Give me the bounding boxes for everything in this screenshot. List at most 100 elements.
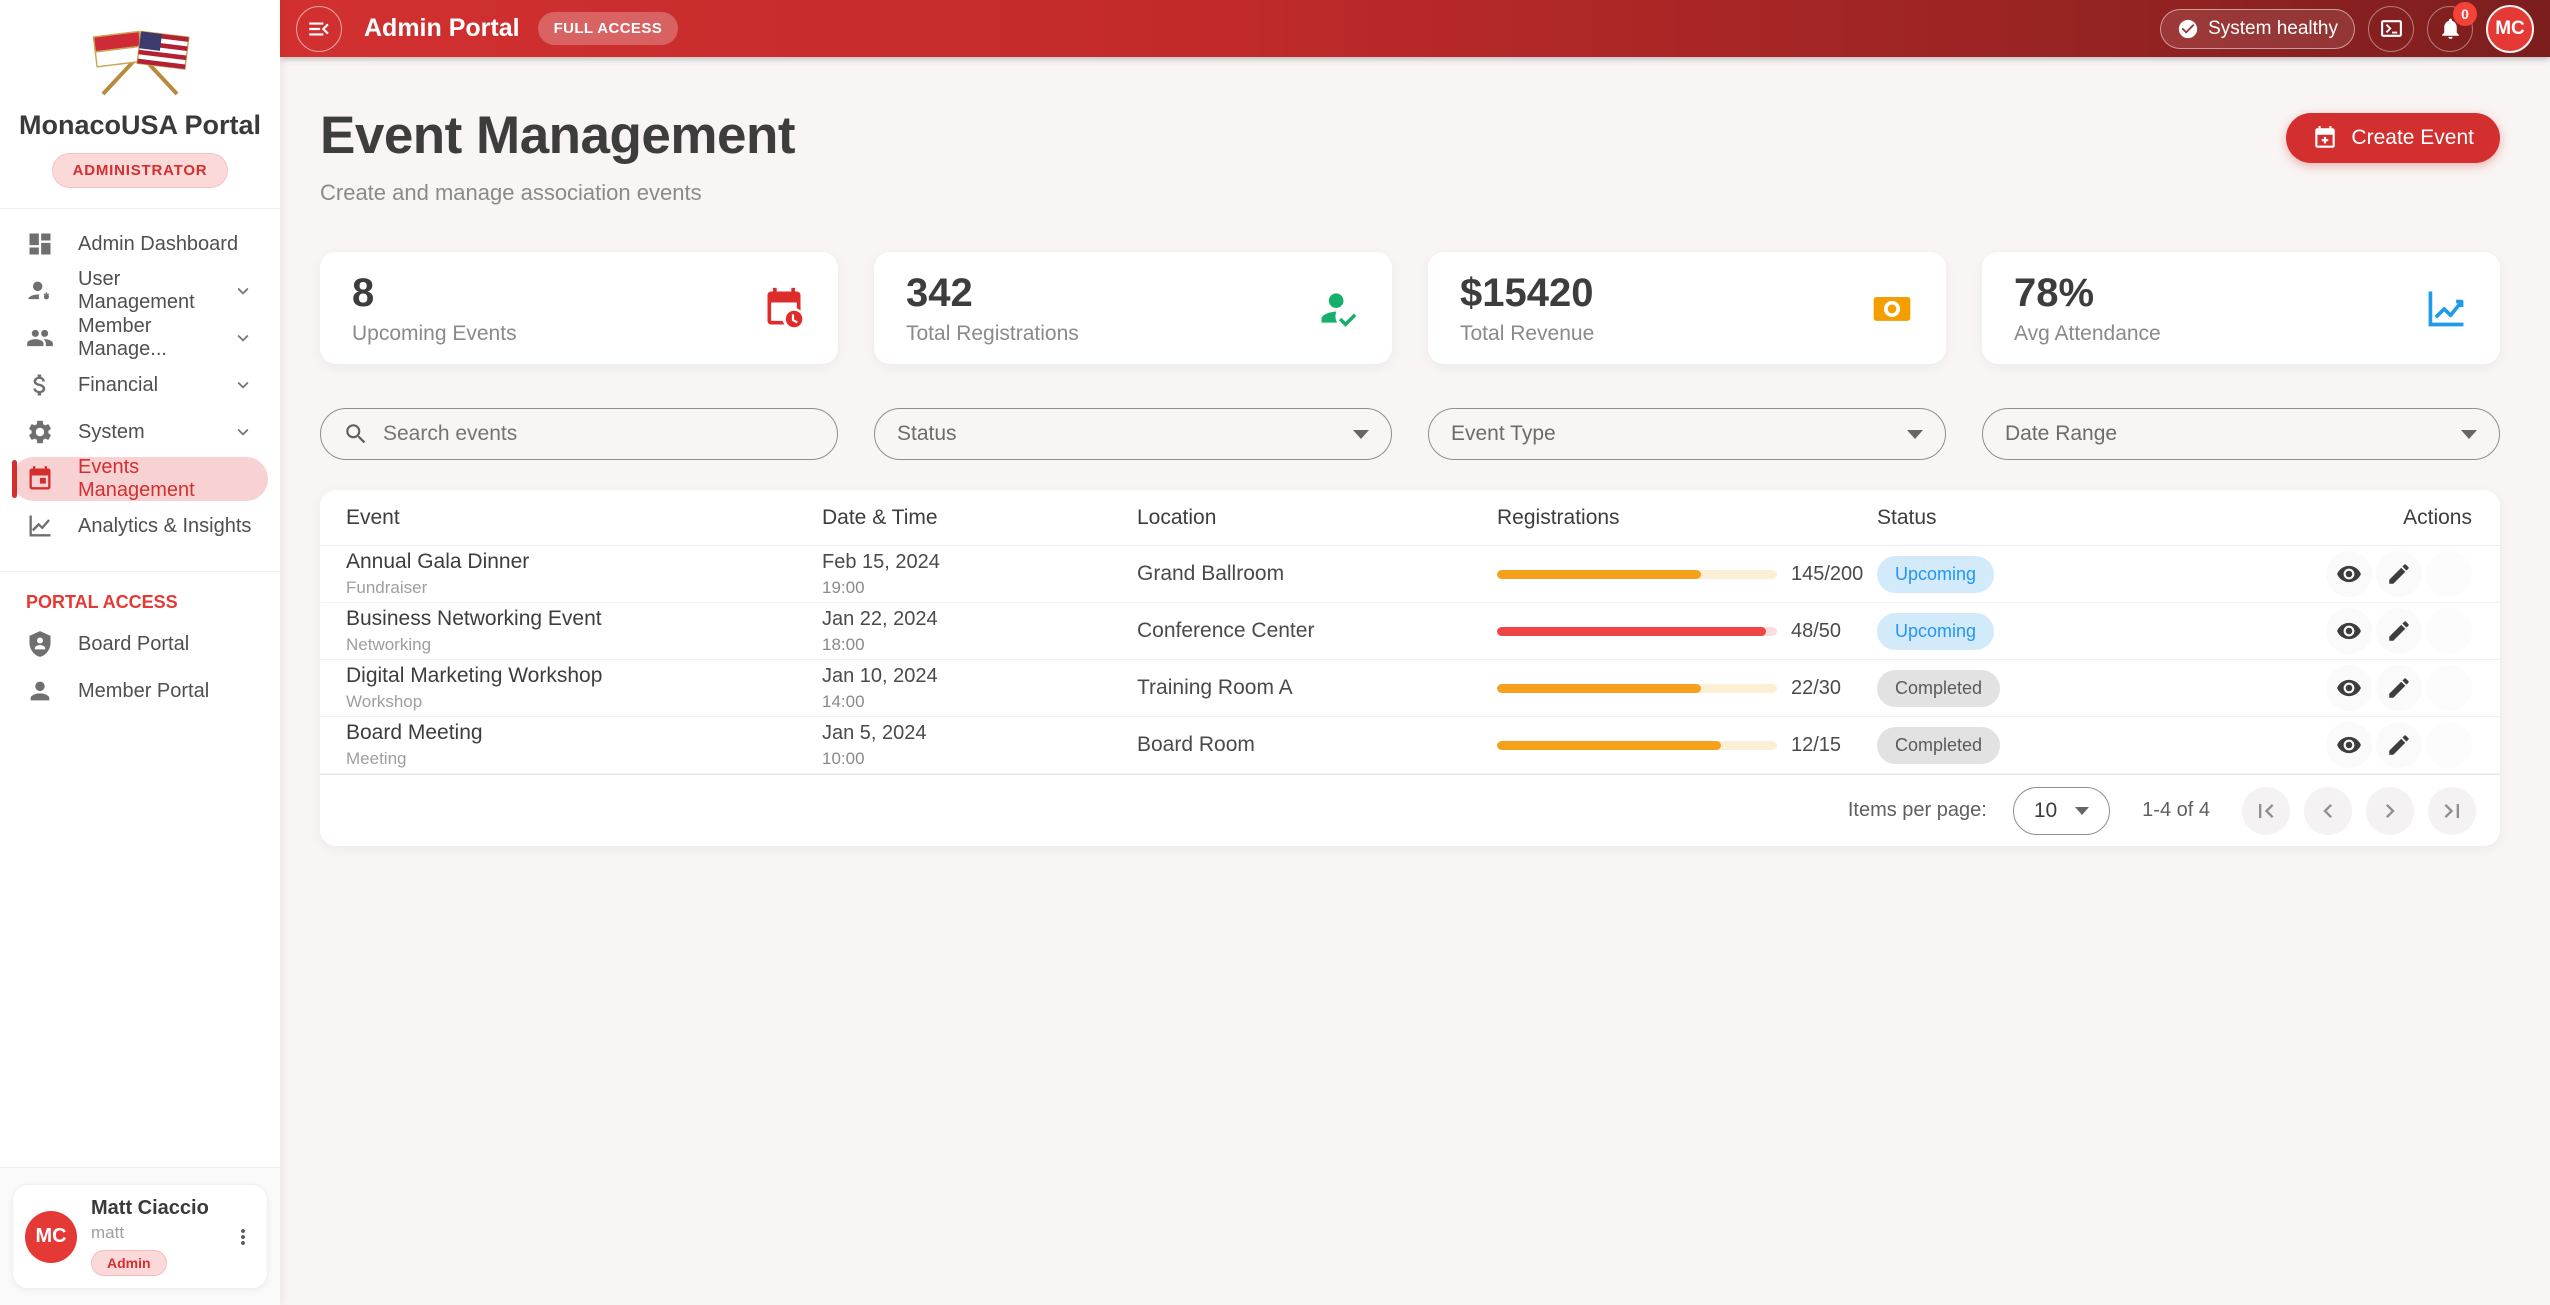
stat-label: Total Registrations: [906, 322, 1079, 346]
sidebar-item-member-management[interactable]: Member Manage...: [12, 316, 268, 360]
line-chart-icon: [2424, 286, 2468, 330]
top-bar: Admin Portal FULL ACCESS System healthy …: [280, 0, 2550, 57]
sidebar-item-board-portal[interactable]: Board Portal: [12, 622, 268, 666]
items-per-page-select[interactable]: 10: [2013, 787, 2110, 835]
search-field[interactable]: [320, 408, 838, 460]
status-badge: Completed: [1877, 670, 2000, 707]
view-event-button[interactable]: [2326, 722, 2372, 768]
shield-person-icon: [26, 630, 54, 658]
stat-value: 342: [906, 271, 1079, 316]
first-page-button[interactable]: [2242, 787, 2290, 835]
portal-access-label: PORTAL ACCESS: [0, 572, 280, 619]
sidebar-item-admin-dashboard[interactable]: Admin Dashboard: [12, 222, 268, 266]
registration-count: 12/15: [1791, 734, 1841, 757]
sidebar-item-label: Member Manage...: [78, 315, 232, 361]
page-subtitle: Create and manage association events: [320, 180, 2500, 206]
sidebar-item-events-management[interactable]: Events Management: [12, 457, 268, 501]
calendar-plus-icon: [2312, 125, 2338, 151]
edit-event-button[interactable]: [2376, 665, 2422, 711]
stats-row: 8 Upcoming Events 342 Total Registration…: [320, 252, 2500, 364]
last-page-button[interactable]: [2428, 787, 2476, 835]
notifications-button[interactable]: 0: [2427, 6, 2473, 52]
dollar-icon: [26, 371, 54, 399]
user-card[interactable]: MC Matt Ciaccio matt Admin: [12, 1184, 268, 1289]
chevron-right-icon: [2376, 797, 2404, 825]
sidebar-nav: Admin Dashboard User Management Member M…: [0, 209, 280, 551]
calendar-clock-icon: [762, 286, 806, 330]
dashboard-icon: [26, 230, 54, 258]
event-category: Workshop: [346, 692, 822, 712]
edit-event-button[interactable]: [2376, 722, 2422, 768]
event-location: Board Room: [1137, 733, 1497, 757]
dropdown-arrow-icon: [2461, 430, 2477, 439]
event-category: Meeting: [346, 749, 822, 769]
logo-area: MonacoUSA Portal ADMINISTRATOR: [0, 0, 280, 188]
more-actions-button[interactable]: [2426, 608, 2472, 654]
column-header-actions: Actions: [2192, 506, 2472, 530]
pagination-range-label: 1-4 of 4: [2142, 799, 2210, 822]
view-event-button[interactable]: [2326, 608, 2372, 654]
status-filter-dropdown[interactable]: Status: [874, 408, 1392, 460]
user-panel: MC Matt Ciaccio matt Admin: [0, 1167, 280, 1305]
dropdown-arrow-icon: [1907, 430, 1923, 439]
sidebar-item-label: System: [78, 421, 145, 444]
more-actions-button[interactable]: [2426, 722, 2472, 768]
eye-icon: [2336, 675, 2362, 701]
event-type-filter-dropdown[interactable]: Event Type: [1428, 408, 1946, 460]
create-event-button[interactable]: Create Event: [2286, 113, 2500, 163]
stat-card-upcoming-events: 8 Upcoming Events: [320, 252, 838, 364]
registration-count: 22/30: [1791, 677, 1841, 700]
sidebar-item-label: User Management: [78, 268, 232, 314]
last-page-icon: [2438, 797, 2466, 825]
person-check-icon: [1316, 286, 1360, 330]
event-location: Training Room A: [1137, 676, 1497, 700]
next-page-button[interactable]: [2366, 787, 2414, 835]
previous-page-button[interactable]: [2304, 787, 2352, 835]
terminal-button[interactable]: [2368, 6, 2414, 52]
event-date: Jan 10, 2024: [822, 665, 1137, 688]
first-page-icon: [2252, 797, 2280, 825]
filters-row: Status Event Type Date Range: [320, 408, 2500, 460]
sidebar-item-system[interactable]: System: [12, 410, 268, 454]
full-access-badge: FULL ACCESS: [538, 12, 679, 45]
calendar-icon: [26, 465, 54, 493]
view-event-button[interactable]: [2326, 551, 2372, 597]
user-name: Matt Ciaccio: [91, 1197, 209, 1220]
page-title: Event Management: [320, 105, 2500, 166]
event-name: Business Networking Event: [346, 607, 822, 631]
stat-label: Upcoming Events: [352, 322, 517, 346]
event-category: Fundraiser: [346, 578, 822, 598]
edit-event-button[interactable]: [2376, 551, 2422, 597]
system-health-label: System healthy: [2208, 18, 2338, 40]
kebab-menu-icon[interactable]: [231, 1225, 255, 1249]
event-name: Board Meeting: [346, 721, 822, 745]
sidebar-item-member-portal[interactable]: Member Portal: [12, 669, 268, 713]
dropdown-arrow-icon: [2075, 807, 2089, 815]
date-range-filter-dropdown[interactable]: Date Range: [1982, 408, 2500, 460]
edit-event-button[interactable]: [2376, 608, 2422, 654]
more-actions-button[interactable]: [2426, 551, 2472, 597]
search-input[interactable]: [383, 422, 815, 446]
pencil-icon: [2386, 732, 2412, 758]
search-icon: [343, 421, 369, 447]
view-event-button[interactable]: [2326, 665, 2372, 711]
more-actions-button[interactable]: [2426, 665, 2472, 711]
dropdown-arrow-icon: [1353, 430, 1369, 439]
sidebar-item-analytics[interactable]: Analytics & Insights: [12, 504, 268, 548]
main-content: Event Management Create and manage assoc…: [280, 0, 2550, 846]
pencil-icon: [2386, 675, 2412, 701]
avatar[interactable]: MC: [2486, 5, 2534, 53]
registration-progress-bar: [1497, 741, 1777, 750]
sidebar: MonacoUSA Portal ADMINISTRATOR Admin Das…: [0, 0, 280, 1305]
system-health-badge: System healthy: [2160, 9, 2355, 49]
manage-accounts-icon: [26, 277, 54, 305]
analytics-icon: [26, 512, 54, 540]
menu-toggle-button[interactable]: [296, 6, 342, 52]
sidebar-item-label: Analytics & Insights: [78, 515, 251, 538]
sidebar-item-financial[interactable]: Financial: [12, 363, 268, 407]
sidebar-item-user-management[interactable]: User Management: [12, 269, 268, 313]
chevron-down-icon: [232, 280, 254, 302]
sidebar-item-label: Admin Dashboard: [78, 233, 238, 256]
stat-value: 8: [352, 271, 517, 316]
registration-progress-bar: [1497, 684, 1777, 693]
